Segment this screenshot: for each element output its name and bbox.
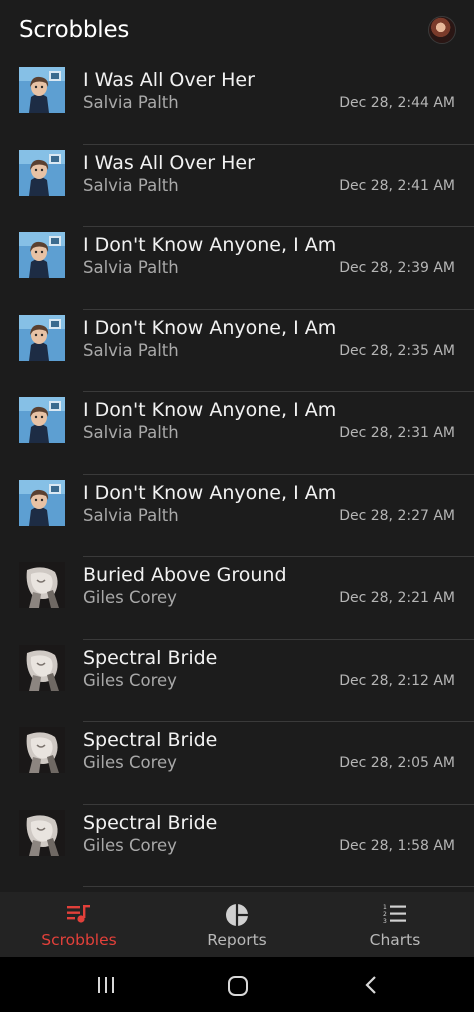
- scrobble-row[interactable]: I Don't Know Anyone, I Am Salvia Palth Dec…: [0, 310, 474, 392]
- track-title: Spectral Bride: [83, 729, 218, 751]
- album-art: [19, 809, 65, 856]
- artist-name: Giles Corey: [83, 753, 177, 772]
- app-root: Scrobbles I Was All Over Her Salvia Palth…: [0, 0, 474, 1012]
- track-title: I Don't Know Anyone, I Am: [83, 399, 337, 421]
- track-title: Buried Above Ground: [83, 564, 287, 586]
- scrobble-time: Dec 28, 2:39 AM: [339, 260, 455, 276]
- nav-label-reports: Reports: [207, 931, 267, 949]
- scrobble-time: Dec 28, 2:21 AM: [339, 590, 455, 606]
- album-art: [19, 644, 65, 691]
- numbered-list-icon: 1 2 3: [382, 903, 408, 929]
- scrobble-list: I Was All Over Her Salvia Palth Dec 28, 2:…: [0, 62, 474, 887]
- scrobble-time: Dec 28, 1:58 AM: [339, 837, 455, 854]
- artist-name: Salvia Palth: [83, 340, 179, 360]
- album-art: [19, 67, 65, 113]
- artist-name: Salvia Palth: [83, 93, 179, 112]
- home-icon[interactable]: [227, 975, 249, 1001]
- scrobble-row[interactable]: Spectral Bride Giles Corey Dec 28, 1:58 AM: [0, 805, 474, 887]
- scrobble-row[interactable]: I Was All Over Her Salvia Palth Dec 28, 2:…: [0, 145, 474, 227]
- music-list-icon: [66, 903, 92, 929]
- album-art: [19, 149, 65, 196]
- artist-name: Salvia Palth: [83, 175, 179, 195]
- artist-name: Giles Corey: [83, 588, 177, 607]
- album-art: [19, 562, 65, 608]
- album-art: [19, 314, 65, 361]
- scrobble-row[interactable]: I Don't Know Anyone, I Am Salvia Palth Dec…: [0, 392, 474, 475]
- track-title: I Don't Know Anyone, I Am: [83, 316, 337, 339]
- recents-icon[interactable]: [96, 975, 116, 999]
- page-title: Scrobbles: [19, 17, 130, 43]
- scrobble-time: Dec 28, 2:12 AM: [339, 672, 455, 689]
- avatar[interactable]: [428, 16, 456, 44]
- system-navigation-bar: [0, 957, 474, 1012]
- top-app-bar: Scrobbles: [0, 0, 474, 62]
- scrobble-row[interactable]: Spectral Bride Giles Corey Dec 28, 2:12 AM: [0, 640, 474, 722]
- scrobble-time: Dec 28, 2:31 AM: [339, 425, 455, 441]
- track-title: I Don't Know Anyone, I Am: [83, 234, 337, 256]
- album-art: [19, 727, 65, 773]
- artist-name: Salvia Palth: [83, 505, 179, 525]
- nav-label-scrobbles: Scrobbles: [41, 931, 117, 949]
- album-art: [19, 232, 65, 278]
- track-title: I Was All Over Her: [83, 151, 255, 174]
- scrobble-time: Dec 28, 2:35 AM: [339, 342, 455, 359]
- artist-name: Giles Corey: [83, 670, 177, 690]
- svg-text:3: 3: [383, 918, 387, 925]
- nav-label-charts: Charts: [369, 931, 421, 949]
- track-title: Spectral Bride: [83, 811, 218, 834]
- back-icon[interactable]: [362, 975, 382, 999]
- pie-chart-icon: [225, 903, 249, 931]
- nav-tab-reports[interactable]: Reports: [158, 892, 316, 957]
- scrobble-row[interactable]: Spectral Bride Giles Corey Dec 28, 2:05 AM: [0, 722, 474, 805]
- scrobble-row[interactable]: I Don't Know Anyone, I Am Salvia Palth Dec…: [0, 475, 474, 557]
- svg-text:2: 2: [383, 911, 387, 918]
- scrobble-row[interactable]: Buried Above Ground Giles Corey Dec 28, 2:…: [0, 557, 474, 640]
- nav-tab-scrobbles[interactable]: Scrobbles: [0, 892, 158, 957]
- track-title: I Was All Over Her: [83, 69, 255, 91]
- scrobble-row[interactable]: I Don't Know Anyone, I Am Salvia Palth Dec…: [0, 227, 474, 310]
- scrobble-row[interactable]: I Was All Over Her Salvia Palth Dec 28, 2:…: [0, 62, 474, 145]
- scrobble-time: Dec 28, 2:44 AM: [339, 95, 455, 111]
- svg-text:1: 1: [383, 904, 387, 911]
- scrobble-time: Dec 28, 2:41 AM: [339, 177, 455, 194]
- artist-name: Salvia Palth: [83, 258, 179, 277]
- album-art: [19, 479, 65, 526]
- divider: [83, 886, 474, 887]
- scrobble-time: Dec 28, 2:05 AM: [339, 755, 455, 771]
- track-title: Spectral Bride: [83, 646, 218, 669]
- album-art: [19, 397, 65, 443]
- scrobble-time: Dec 28, 2:27 AM: [339, 507, 455, 524]
- artist-name: Salvia Palth: [83, 423, 179, 442]
- artist-name: Giles Corey: [83, 835, 177, 855]
- track-title: I Don't Know Anyone, I Am: [83, 481, 337, 504]
- bottom-navigation: Scrobbles Reports 1 2 3 Charts: [0, 892, 474, 957]
- nav-tab-charts[interactable]: 1 2 3 Charts: [316, 892, 474, 957]
